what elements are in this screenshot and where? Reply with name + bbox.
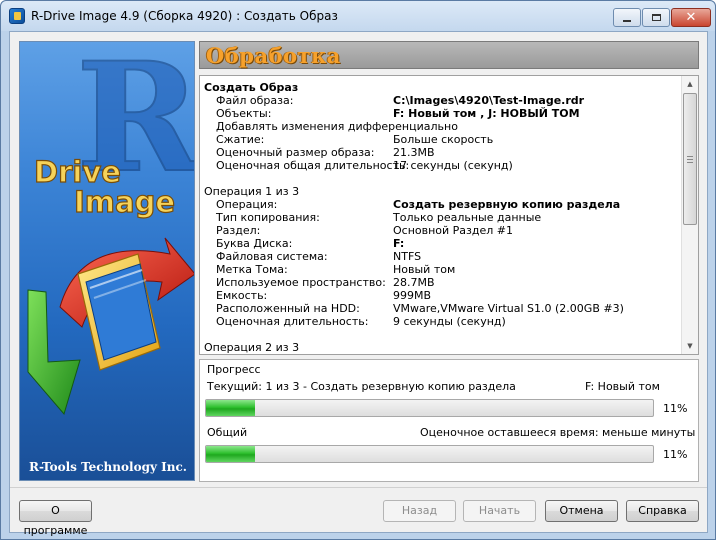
row-key: Добавлять изменения дифференциально xyxy=(216,120,458,133)
operation-summary[interactable]: Создать Образ Файл образа: C:\Images\4920… xyxy=(199,75,699,355)
row-value: Больше скорость xyxy=(393,133,494,146)
cancel-button[interactable]: Отмена xyxy=(545,500,618,522)
progress-legend: Прогресс xyxy=(207,363,261,376)
row-key: Оценочная общая длительность: xyxy=(216,159,410,172)
summary-row: Оценочный размер образа: 21.3MB xyxy=(204,146,682,159)
summary-row: Сжатие: Больше скорость xyxy=(204,133,682,146)
summary-row: Тип копирования: Только реальные данные xyxy=(204,211,682,224)
row-value: VMware,VMware Virtual S1.0 (2.00GB #3) xyxy=(393,302,624,315)
row-key: Операция: xyxy=(216,198,278,211)
current-target-label: F: Новый том xyxy=(585,380,660,393)
minimize-button[interactable] xyxy=(613,8,641,27)
summary-row: Емкость: 999MB xyxy=(204,289,682,302)
maximize-button[interactable] xyxy=(642,8,670,27)
header-bar: Обработка xyxy=(199,41,699,69)
row-value: Создать резервную копию раздела xyxy=(393,198,621,211)
current-operation-label: Текущий: 1 из 3 - Создать резервную копи… xyxy=(207,380,516,393)
row-key: Раздел: xyxy=(216,224,261,237)
processing-panel: Обработка Создать Образ Файл образа: C:\I… xyxy=(199,41,699,482)
summary-row: Добавлять изменения дифференциально xyxy=(204,120,682,133)
app-window: R-Drive Image 4.9 (Сборка 4920) : Создат… xyxy=(0,0,716,540)
r-drive-app-icon[interactable] xyxy=(9,8,25,24)
close-button[interactable]: ✕ xyxy=(671,8,711,27)
row-value: Только реальные данные xyxy=(393,211,542,224)
summary-section-title: Операция 2 из 3 xyxy=(204,341,300,354)
summary-row: Расположенный на HDD: VMware,VMware Virtu… xyxy=(204,302,682,315)
summary-row: Оценочная длительность: 9 секунды (секунд… xyxy=(204,315,682,328)
row-value: F: xyxy=(393,237,405,250)
scrollbar-thumb[interactable] xyxy=(683,93,697,225)
total-progress-fill xyxy=(206,446,256,462)
row-key: Сжатие: xyxy=(216,133,265,146)
button-separator xyxy=(10,487,707,488)
maximize-icon xyxy=(651,14,661,21)
row-key: Используемое пространство: xyxy=(216,276,386,289)
row-value: 9 секунды (секунд) xyxy=(393,315,506,328)
row-key: Оценочный размер образа: xyxy=(216,146,375,159)
summary-section-title: Создать Образ xyxy=(204,81,299,94)
summary-content: Создать Образ Файл образа: C:\Images\4920… xyxy=(204,81,682,354)
dialog-client-area: R Drive Image R-Tools Technology Inc. Об… xyxy=(9,31,708,537)
page-title: Обработка xyxy=(206,43,341,68)
summary-row: Раздел: Основной Раздел #1 xyxy=(204,224,682,237)
current-progress-bar xyxy=(205,399,654,417)
row-value: 17 секунды (секунд) xyxy=(393,159,513,172)
summary-row: Оценочная общая длительность: 17 секунды … xyxy=(204,159,682,172)
total-label: Общий xyxy=(207,426,248,439)
row-value: C:\Images\4920\Test-Image.rdr xyxy=(393,94,585,107)
about-button[interactable]: О программе xyxy=(19,500,92,537)
row-key: Емкость: xyxy=(216,289,268,302)
summary-row: Файл образа: C:\Images\4920\Test-Image.rd… xyxy=(204,94,682,107)
row-value: 999MB xyxy=(393,289,432,302)
minimize-icon xyxy=(623,19,631,22)
row-key: Тип копирования: xyxy=(216,211,320,224)
scroll-up-arrow-icon[interactable]: ▲ xyxy=(682,76,698,92)
remaining-time-label: Оценочное оставшееся время: меньше минут… xyxy=(420,426,696,439)
current-progress-percent: 11% xyxy=(663,402,688,415)
total-progress-bar xyxy=(205,445,654,463)
row-value: F: Новый том , J: НОВЫЙ ТОМ xyxy=(393,107,580,120)
row-value: Основной Раздел #1 xyxy=(393,224,514,237)
grip-icon xyxy=(687,156,693,163)
row-value: Новый том xyxy=(393,263,456,276)
title-bar[interactable]: R-Drive Image 4.9 (Сборка 4920) : Создат… xyxy=(1,1,715,31)
row-key: Буква Диска: xyxy=(216,237,293,250)
window-title: R-Drive Image 4.9 (Сборка 4920) : Создат… xyxy=(31,9,338,23)
start-button[interactable]: Начать xyxy=(463,500,536,522)
row-value: 21.3MB xyxy=(393,146,435,159)
current-progress-fill xyxy=(206,400,256,416)
row-key: Расположенный на HDD: xyxy=(216,302,360,315)
summary-row: Файловая система: NTFS xyxy=(204,250,682,263)
summary-row: Используемое пространство: 28.7MB xyxy=(204,276,682,289)
product-banner: R Drive Image R-Tools Technology Inc. xyxy=(19,41,195,481)
row-key: Метка Тома: xyxy=(216,263,288,276)
row-value: NTFS xyxy=(393,250,422,263)
logo-drive-text: Drive xyxy=(34,155,121,189)
summary-row: Метка Тома: Новый том xyxy=(204,263,682,276)
row-value: 28.7MB xyxy=(393,276,435,289)
logo-image-text: Image xyxy=(74,185,175,219)
total-progress-percent: 11% xyxy=(663,448,688,461)
progress-group: Прогресс Текущий: 1 из 3 - Создать резер… xyxy=(199,359,699,482)
banner-caption: R-Tools Technology Inc. xyxy=(29,460,187,474)
back-button[interactable]: Назад xyxy=(383,500,456,522)
row-key: Файловая система: xyxy=(216,250,328,263)
scroll-down-arrow-icon[interactable]: ▼ xyxy=(682,338,698,354)
row-key: Оценочная длительность: xyxy=(216,315,369,328)
summary-scrollbar[interactable]: ▲ ▼ xyxy=(681,76,698,354)
help-button[interactable]: Справка xyxy=(626,500,699,522)
row-key: Объекты: xyxy=(216,107,272,120)
banner-artwork: R Drive Image xyxy=(27,42,194,416)
close-icon: ✕ xyxy=(685,10,697,25)
summary-row: Буква Диска: F: xyxy=(204,237,682,250)
summary-row: Объекты: F: Новый том , J: НОВЫЙ ТОМ xyxy=(204,107,682,120)
row-key: Файл образа: xyxy=(216,94,294,107)
summary-row: Операция: Создать резервную копию раздела xyxy=(204,198,682,211)
summary-section-title: Операция 1 из 3 xyxy=(204,185,300,198)
